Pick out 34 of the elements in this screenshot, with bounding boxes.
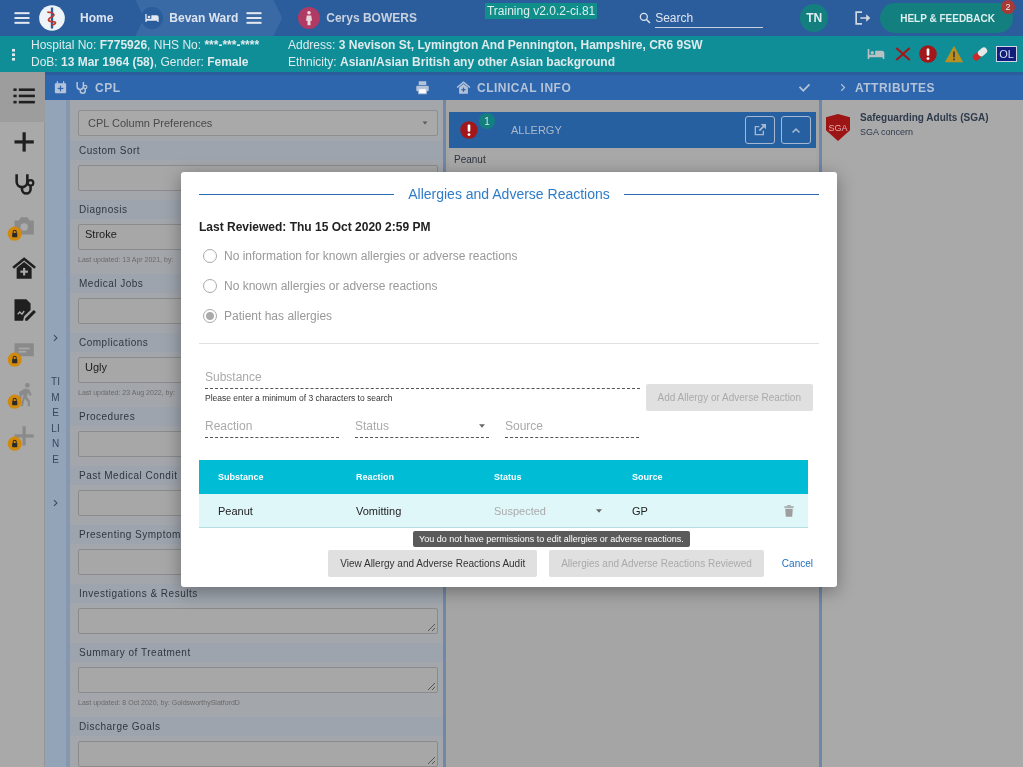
patient-detail-text: Address: 3 Nevison St, Lymington And Pennington, Hampshire, CR6 9SW [288,38,703,53]
notification-badge: 2 [1001,0,1015,14]
dialog-title: Allergies and Adverse Reactions [408,186,610,202]
section-label: Discharge Goals [70,717,443,736]
patient-detail-text: DoB: 13 Mar 1964 (58), Gender: Female [31,55,250,70]
attribute-title: Safeguarding Adults (SGA) [860,112,989,123]
option-label: No known allergies or adverse reactions [224,279,438,293]
column-header: Reaction [356,472,395,482]
table-cell-text: Vomitting [356,504,403,517]
attribute-detail: SGA concern [860,127,915,137]
table-cell-text: Peanut [218,504,254,517]
column-header: Status [494,472,523,482]
hint-text: Please enter a minimum of 3 characters to search [205,393,394,403]
option-label: No information for known allergies or adverse reactions [224,249,518,263]
panel-title: CPL [95,80,121,95]
patient-detail-text: Hospital No: F775926, NHS No: ***-***-**** [31,38,261,53]
panel-title: ATTRIBUTES [855,80,936,95]
permission-tooltip: You do not have permissions to edit allergies or adverse reactions. [413,531,690,547]
patient-detail-text: Ethnicity: Asian/Asian British any other Asian background [288,55,616,70]
card-title: ALLERGY [511,124,562,136]
option-label: Patient has allergies [224,309,333,323]
shield-badge: SGA [826,114,850,141]
last-reviewed-text: Last Reviewed: Thu 15 Oct 2020 2:59 PM [199,220,432,234]
panel-title: CLINICAL INFO [477,80,572,95]
environment-label: Training v2.0.2-ci.81 [484,3,598,19]
column-header: Substance [218,472,265,482]
timeline-label: TIMELINE [50,375,61,467]
table-cell-text: GP [632,504,649,517]
ward-name: Bevan Ward [169,11,239,25]
section-label: Summary of Treatment [70,643,443,662]
count-badge: 1 [479,113,495,129]
column-header: Source [632,472,664,482]
patient-name: Cerys BOWERS [326,11,417,25]
section-label: Custom Sort [70,141,443,160]
